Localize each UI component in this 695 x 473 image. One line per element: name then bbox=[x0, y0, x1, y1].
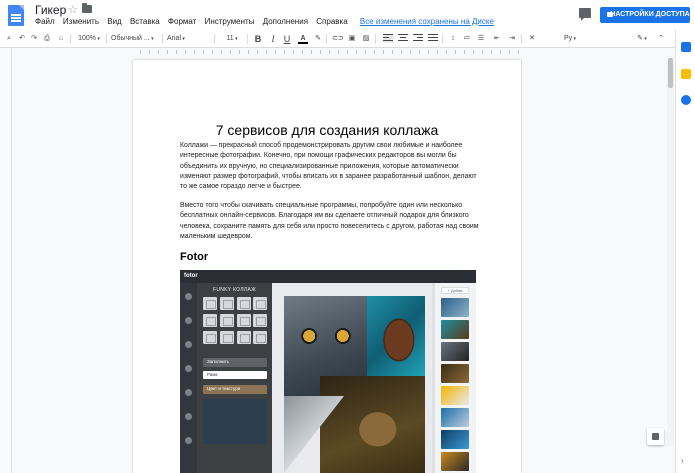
scrollbar-thumb[interactable] bbox=[668, 58, 673, 88]
decrease-indent-icon[interactable]: ⇤ bbox=[492, 33, 502, 45]
collapse-icon[interactable]: ⌃ bbox=[656, 33, 666, 45]
fill-label: Заполнить bbox=[207, 359, 230, 364]
bold-button[interactable]: B bbox=[253, 33, 263, 45]
share-button-label: НАСТРОЙКИ ДОСТУПА bbox=[610, 11, 690, 18]
fotor-screenshot-image[interactable]: fotor FUNKY КОЛЛАЖ Заполнить Рамк Цвет и… bbox=[180, 270, 476, 473]
screenshot-topbar: fotor bbox=[180, 270, 476, 283]
document-heading: 7 сервисов для создания коллажа bbox=[215, 122, 439, 138]
increase-indent-icon[interactable]: ⇥ bbox=[507, 33, 517, 45]
paragraph-intro: Коллажи — прекрасный способ продемонстри… bbox=[180, 142, 477, 191]
redo-icon[interactable]: ↷ bbox=[29, 33, 39, 45]
style-select[interactable]: Обычный ... bbox=[111, 33, 159, 45]
menu-format[interactable]: Формат bbox=[168, 17, 196, 26]
turtle-photo bbox=[367, 296, 425, 376]
keep-icon[interactable] bbox=[681, 69, 691, 79]
print-icon[interactable]: ⎙ bbox=[42, 33, 52, 45]
fotor-logo: fotor bbox=[184, 273, 198, 279]
menu-tools[interactable]: Инструменты bbox=[205, 17, 255, 26]
share-button[interactable]: НАСТРОЙКИ ДОСТУПА bbox=[600, 7, 690, 23]
comments-icon[interactable] bbox=[579, 8, 591, 21]
explore-button[interactable] bbox=[647, 428, 664, 445]
screenshot-photo-list: + Добав bbox=[435, 283, 476, 473]
add-photo-button: + Добав bbox=[441, 287, 469, 294]
align-center-button[interactable] bbox=[398, 34, 408, 43]
bulleted-list-icon[interactable]: ☰ bbox=[476, 33, 486, 45]
menu-file[interactable]: Файл bbox=[35, 17, 55, 26]
zoom-select[interactable]: 100% bbox=[76, 33, 102, 45]
vertical-ruler[interactable] bbox=[0, 48, 12, 473]
star-icon[interactable]: ☆ bbox=[68, 3, 78, 16]
panel-title: FUNKY КОЛЛАЖ bbox=[212, 287, 257, 293]
tasks-icon[interactable] bbox=[681, 95, 691, 105]
side-panel bbox=[675, 30, 695, 473]
text-color-button[interactable]: A bbox=[298, 33, 308, 44]
numbered-list-icon[interactable]: ≔ bbox=[462, 33, 472, 45]
italic-button[interactable]: I bbox=[268, 33, 278, 45]
calendar-icon[interactable] bbox=[681, 42, 691, 52]
toolbar: ⌕ ↶ ↷ ⎙ ⌂ 100% Обычный ... Arial 11 B I … bbox=[0, 30, 695, 48]
font-select[interactable]: Arial bbox=[167, 33, 211, 45]
menu-view[interactable]: Вид bbox=[107, 17, 121, 26]
screenshot-left-nav bbox=[180, 283, 197, 473]
menu-insert[interactable]: Вставка bbox=[130, 17, 160, 26]
menu-addons[interactable]: Дополнения bbox=[263, 17, 308, 26]
lock-icon bbox=[607, 12, 613, 17]
search-menus-icon[interactable]: ⌕ bbox=[4, 33, 14, 45]
color-texture-label: Цвет и текстура bbox=[207, 386, 241, 391]
highlight-icon[interactable]: ✎ bbox=[313, 33, 323, 45]
clear-formatting-icon[interactable]: ✕ bbox=[527, 33, 537, 45]
menu-help[interactable]: Справка bbox=[316, 17, 347, 26]
align-right-button[interactable] bbox=[413, 34, 423, 43]
photo-thumbnails-strip bbox=[203, 399, 267, 444]
chevron-right-icon[interactable]: › bbox=[681, 456, 684, 465]
document-page[interactable]: 7 сервисов для создания коллажа Коллажи … bbox=[133, 60, 521, 473]
folder-icon[interactable] bbox=[82, 3, 92, 13]
document-title[interactable]: Гикер bbox=[35, 3, 66, 17]
section-heading: Fotor bbox=[180, 251, 209, 263]
paragraph-services: Вместо того чтобы скачивать специальные … bbox=[180, 202, 479, 240]
frame-label: Рамк bbox=[207, 372, 218, 377]
undo-icon[interactable]: ↶ bbox=[17, 33, 27, 45]
font-size-select[interactable]: 11 bbox=[220, 33, 244, 45]
menu-edit[interactable]: Изменить bbox=[63, 17, 99, 26]
paint-format-icon[interactable]: ⌂ bbox=[56, 33, 66, 45]
google-docs-window: Гикер ☆ Файл Изменить Вид Вставка Формат… bbox=[0, 0, 695, 473]
docs-logo-icon[interactable] bbox=[8, 5, 24, 26]
line-spacing-icon[interactable]: ↕ bbox=[448, 33, 458, 45]
menu-bar: Файл Изменить Вид Вставка Формат Инструм… bbox=[35, 17, 500, 26]
editing-mode-icon[interactable]: ✎ bbox=[634, 33, 650, 45]
screenshot-template-panel: FUNKY КОЛЛАЖ Заполнить Рамк Цвет и текст… bbox=[197, 283, 272, 473]
vertical-scrollbar[interactable] bbox=[667, 56, 674, 446]
saved-status-link[interactable]: Все изменения сохранены на Диске bbox=[360, 17, 494, 26]
link-icon[interactable]: ⊂⊃ bbox=[332, 33, 344, 45]
header: Гикер ☆ Файл Изменить Вид Вставка Формат… bbox=[0, 0, 695, 30]
input-tools-select[interactable]: Ру bbox=[559, 33, 581, 45]
align-justify-button[interactable] bbox=[428, 34, 438, 43]
add-comment-icon[interactable]: ▣ bbox=[347, 33, 357, 45]
hedgehog-photo bbox=[320, 376, 425, 473]
horizontal-ruler[interactable] bbox=[12, 48, 675, 56]
insert-image-icon[interactable]: ▨ bbox=[361, 33, 371, 45]
align-left-button[interactable] bbox=[383, 34, 393, 43]
underline-button[interactable]: U bbox=[282, 33, 292, 45]
